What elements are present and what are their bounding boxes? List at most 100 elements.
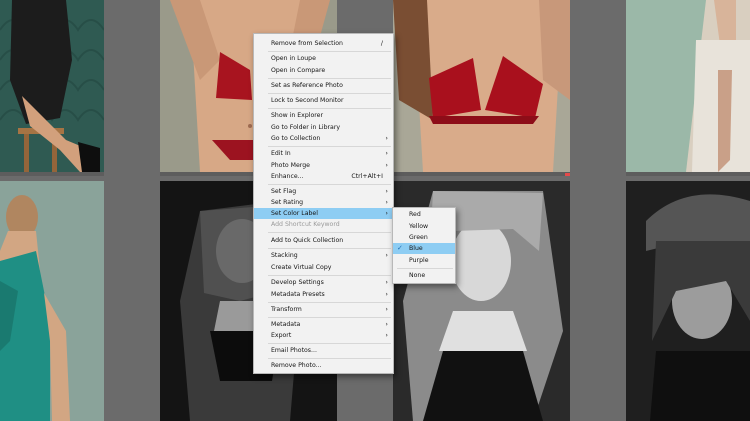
- menu-item-label: Set Flag: [271, 188, 297, 195]
- menu-separator: [268, 317, 391, 318]
- menu-item-label: Stacking: [271, 252, 298, 259]
- menu-item-email-photos[interactable]: Email Photos...: [254, 345, 393, 356]
- menu-separator: [268, 248, 391, 249]
- submenu-item-yellow[interactable]: Yellow: [393, 221, 455, 232]
- menu-item-label: Photo Merge: [271, 162, 310, 169]
- submenu-item-green[interactable]: Green: [393, 232, 455, 243]
- menu-separator: [268, 93, 391, 94]
- menu-item-label: Remove from Selection: [271, 40, 343, 47]
- chevron-right-icon: ›: [385, 198, 388, 206]
- menu-item-label: Enhance...: [271, 173, 304, 180]
- menu-item-label: Metadata Presets: [271, 291, 325, 298]
- photo-thumbnail[interactable]: [0, 0, 104, 172]
- menu-item-label: Transform: [271, 306, 302, 313]
- chevron-right-icon: ›: [385, 305, 388, 313]
- menu-item-label: Add Shortcut Keyword: [271, 221, 340, 228]
- menu-item-label: Show in Explorer: [271, 112, 324, 119]
- photo-thumbnail[interactable]: [0, 181, 104, 421]
- menu-item-set-rating[interactable]: Set Rating ›: [254, 197, 393, 208]
- grid-cell[interactable]: [626, 0, 750, 176]
- menu-item-enhance[interactable]: Enhance... Ctrl+Alt+I: [254, 171, 393, 182]
- menu-item-metadata[interactable]: Metadata ›: [254, 319, 393, 330]
- menu-item-open-in-compare[interactable]: Open in Compare: [254, 65, 393, 76]
- menu-item-set-flag[interactable]: Set Flag ›: [254, 186, 393, 197]
- menu-separator: [268, 358, 391, 359]
- menu-item-develop-settings[interactable]: Develop Settings ›: [254, 277, 393, 288]
- submenu-item-blue[interactable]: ✓ Blue: [393, 243, 455, 254]
- menu-separator: [268, 108, 391, 109]
- menu-item-label: Metadata: [271, 321, 301, 328]
- chevron-right-icon: ›: [385, 187, 388, 195]
- menu-item-metadata-presets[interactable]: Metadata Presets ›: [254, 289, 393, 300]
- chevron-right-icon: ›: [385, 134, 388, 142]
- menu-item-edit-in[interactable]: Edit In ›: [254, 148, 393, 159]
- photo-thumbnail[interactable]: [626, 181, 750, 421]
- submenu-item-label: Yellow: [409, 223, 429, 230]
- menu-item-go-to-collection[interactable]: Go to Collection ›: [254, 133, 393, 144]
- menu-item-set-as-reference-photo[interactable]: Set as Reference Photo: [254, 80, 393, 91]
- chevron-right-icon: ›: [385, 278, 388, 286]
- menu-separator: [268, 232, 391, 233]
- color-label-submenu: Red Yellow Green ✓ Blue Purple None: [392, 207, 456, 284]
- menu-item-set-color-label[interactable]: Set Color Label ›: [254, 208, 393, 219]
- menu-item-label: Email Photos...: [271, 347, 317, 354]
- submenu-item-none[interactable]: None: [393, 270, 455, 281]
- menu-item-label: Open in Compare: [271, 67, 326, 74]
- menu-item-label: Remove Photo...: [271, 362, 322, 369]
- submenu-item-red[interactable]: Red: [393, 209, 455, 220]
- submenu-item-purple[interactable]: Purple: [393, 255, 455, 266]
- menu-item-create-virtual-copy[interactable]: Create Virtual Copy: [254, 262, 393, 273]
- submenu-item-label: Red: [409, 211, 421, 218]
- menu-item-label: Lock to Second Monitor: [271, 97, 344, 104]
- menu-item-label: Go to Collection: [271, 135, 321, 142]
- grid-cell[interactable]: [393, 0, 570, 176]
- checkmark-icon: ✓: [397, 244, 403, 252]
- menu-item-add-shortcut-keyword[interactable]: Add Shortcut Keyword: [254, 219, 393, 230]
- menu-item-show-in-explorer[interactable]: Show in Explorer: [254, 110, 393, 121]
- menu-separator: [268, 184, 391, 185]
- menu-separator: [268, 51, 391, 52]
- chevron-right-icon: ›: [385, 251, 388, 259]
- menu-item-label: Export: [271, 332, 292, 339]
- menu-item-transform[interactable]: Transform ›: [254, 304, 393, 315]
- menu-item-add-to-quick-collection[interactable]: Add to Quick Collection: [254, 235, 393, 246]
- menu-separator: [397, 268, 453, 269]
- chevron-right-icon: ›: [385, 209, 388, 217]
- menu-item-stacking[interactable]: Stacking ›: [254, 250, 393, 261]
- grid-cell[interactable]: [0, 0, 104, 176]
- menu-item-label: Create Virtual Copy: [271, 264, 332, 271]
- menu-item-shortcut: /: [380, 40, 383, 47]
- menu-separator: [268, 78, 391, 79]
- menu-item-label: Develop Settings: [271, 279, 324, 286]
- photo-thumbnail[interactable]: [626, 0, 750, 172]
- menu-item-lock-to-second-monitor[interactable]: Lock to Second Monitor: [254, 95, 393, 106]
- menu-item-label: Add to Quick Collection: [271, 237, 344, 244]
- thumbnail-label-strip: [0, 172, 104, 176]
- grid-cell[interactable]: [0, 181, 104, 421]
- menu-separator: [268, 343, 391, 344]
- menu-separator: [268, 275, 391, 276]
- submenu-item-label: Purple: [409, 257, 429, 264]
- menu-item-remove-from-selection[interactable]: Remove from Selection /: [254, 38, 393, 49]
- menu-item-open-in-loupe[interactable]: Open in Loupe: [254, 53, 393, 64]
- chevron-right-icon: ›: [385, 290, 388, 298]
- chevron-right-icon: ›: [385, 320, 388, 328]
- menu-separator: [268, 302, 391, 303]
- menu-separator: [268, 146, 391, 147]
- menu-item-go-to-folder-in-library[interactable]: Go to Folder in Library: [254, 122, 393, 133]
- menu-item-label: Go to Folder in Library: [271, 124, 341, 131]
- chevron-right-icon: ›: [385, 149, 388, 157]
- chevron-right-icon: ›: [385, 331, 388, 339]
- menu-item-export[interactable]: Export ›: [254, 330, 393, 341]
- menu-item-remove-photo[interactable]: Remove Photo...: [254, 360, 393, 371]
- chevron-right-icon: ›: [385, 161, 388, 169]
- color-label-marker: [565, 173, 570, 176]
- menu-item-label: Set Color Label: [271, 210, 318, 217]
- menu-item-label: Set Rating: [271, 199, 304, 206]
- grid-cell[interactable]: [626, 181, 750, 421]
- photo-thumbnail[interactable]: [393, 0, 570, 172]
- menu-item-photo-merge[interactable]: Photo Merge ›: [254, 160, 393, 171]
- menu-item-shortcut: Ctrl+Alt+I: [351, 173, 383, 180]
- menu-item-label: Open in Loupe: [271, 55, 316, 62]
- thumbnail-label-strip: [626, 172, 750, 176]
